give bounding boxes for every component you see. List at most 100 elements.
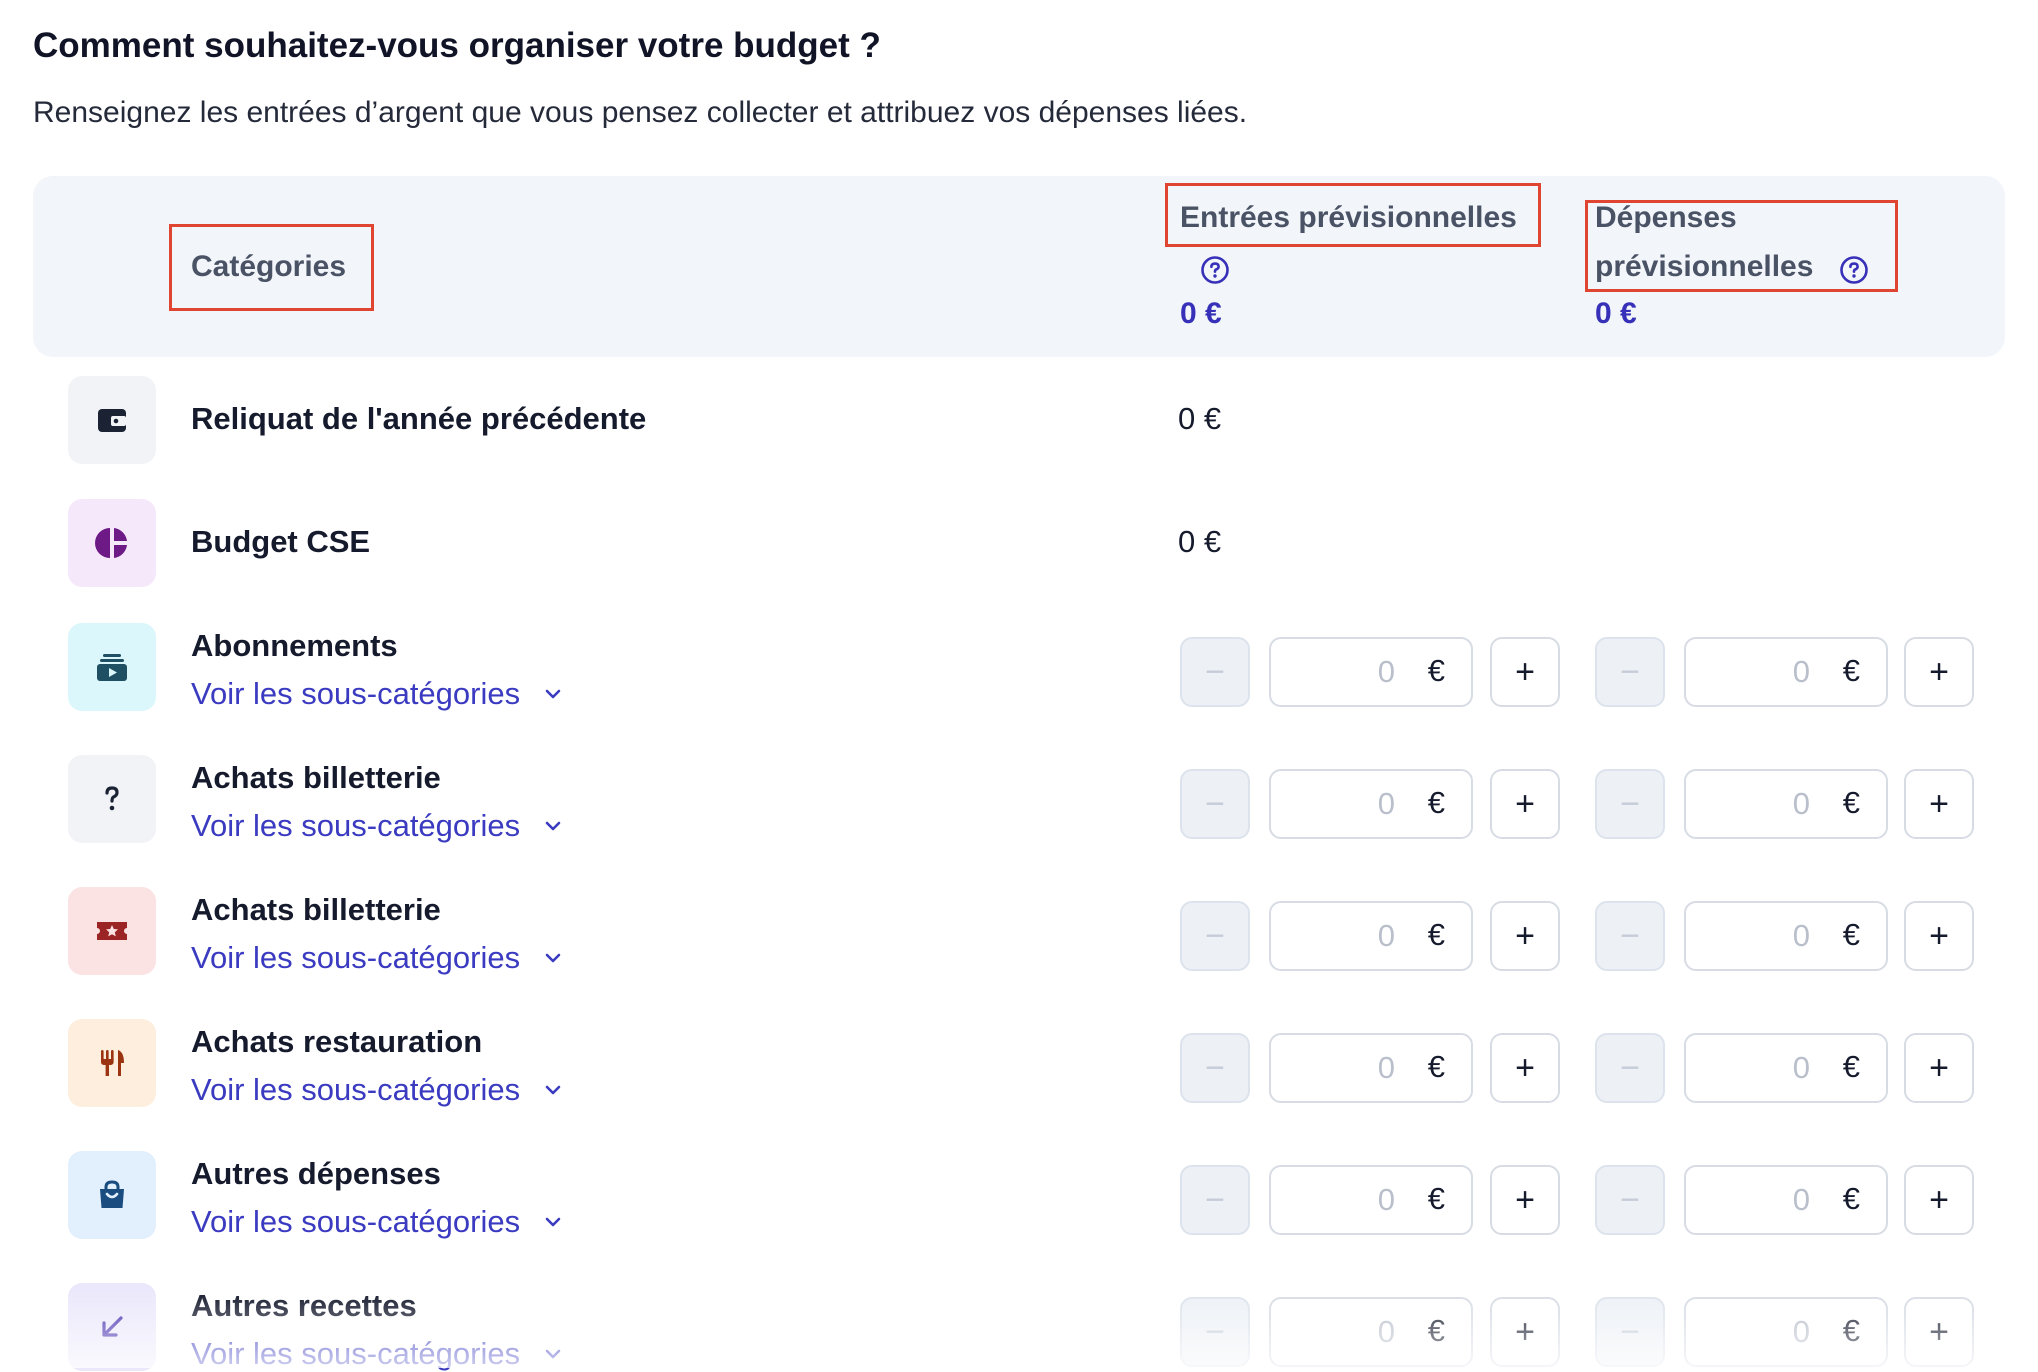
income-decrement-button[interactable]: − [1180, 637, 1250, 707]
subcategories-link-label: Voir les sous-catégories [191, 808, 521, 843]
chevron-down-icon [545, 1217, 561, 1227]
category-label: Achats restauration [191, 1024, 483, 1059]
chevron-down-icon [545, 1349, 561, 1359]
category-label: Abonnements [191, 628, 398, 663]
expense-increment-button[interactable]: + [1904, 1297, 1974, 1367]
currency-symbol: € [1427, 917, 1445, 952]
expense-input[interactable]: 0 € [1684, 637, 1888, 707]
currency-symbol: € [1427, 785, 1445, 820]
income-input[interactable]: 0 € [1269, 1165, 1473, 1235]
expense-input[interactable]: 0 € [1684, 1297, 1888, 1367]
categories-column-header: Catégories [191, 250, 347, 283]
expense-decrement-button[interactable]: − [1595, 1033, 1665, 1103]
subcategories-link[interactable]: Voir les sous-catégories [191, 1336, 564, 1372]
income-increment-button[interactable]: + [1490, 1033, 1560, 1103]
income-input[interactable]: 0 € [1269, 1033, 1473, 1103]
subcategories-link-label: Voir les sous-catégories [191, 1204, 521, 1239]
income-value: 0 [1377, 786, 1395, 821]
currency-symbol: € [1842, 917, 1860, 952]
currency-symbol: € [1842, 1181, 1860, 1216]
expense-increment-button[interactable]: + [1904, 637, 1974, 707]
subscription-icon [68, 623, 156, 711]
subcategories-link[interactable]: Voir les sous-catégories [191, 676, 564, 712]
expense-value: 0 [1792, 1050, 1810, 1085]
income-input[interactable]: 0 € [1269, 769, 1473, 839]
subcategories-link[interactable]: Voir les sous-catégories [191, 940, 564, 976]
expense-increment-button[interactable]: + [1904, 901, 1974, 971]
arrow-down-left-icon [68, 1283, 156, 1371]
income-value: 0 [1377, 1314, 1395, 1349]
chevron-down-icon [545, 1085, 561, 1095]
expense-column-header-line2: prévisionnelles [1595, 250, 1814, 283]
expense-input[interactable]: 0 € [1684, 1033, 1888, 1103]
subcategories-link[interactable]: Voir les sous-catégories [191, 1204, 564, 1240]
income-total: 0 € [1180, 297, 1222, 330]
expense-decrement-button[interactable]: − [1595, 901, 1665, 971]
income-increment-button[interactable]: + [1490, 1297, 1560, 1367]
expense-decrement-button[interactable]: − [1595, 1165, 1665, 1235]
income-increment-button[interactable]: + [1490, 901, 1560, 971]
subcategories-link-label: Voir les sous-catégories [191, 676, 521, 711]
income-decrement-button[interactable]: − [1180, 1033, 1250, 1103]
ticket-icon [68, 887, 156, 975]
pie-chart-icon [68, 499, 156, 587]
expense-increment-button[interactable]: + [1904, 769, 1974, 839]
income-increment-button[interactable]: + [1490, 769, 1560, 839]
subcategories-link[interactable]: Voir les sous-catégories [191, 808, 564, 844]
currency-symbol: € [1427, 653, 1445, 688]
currency-symbol: € [1427, 1313, 1445, 1348]
expense-help-icon[interactable] [1839, 255, 1869, 285]
currency-symbol: € [1427, 1181, 1445, 1216]
expense-input[interactable]: 0 € [1684, 1165, 1888, 1235]
income-input[interactable]: 0 € [1269, 637, 1473, 707]
expense-increment-button[interactable]: + [1904, 1033, 1974, 1103]
income-increment-button[interactable]: + [1490, 637, 1560, 707]
expense-decrement-button[interactable]: − [1595, 637, 1665, 707]
expense-value: 0 [1792, 786, 1810, 821]
expense-decrement-button[interactable]: − [1595, 1297, 1665, 1367]
income-value: 0 [1377, 1050, 1395, 1085]
expense-column-header-line1: Dépenses [1595, 201, 1737, 234]
income-increment-button[interactable]: + [1490, 1165, 1560, 1235]
expense-value: 0 [1792, 918, 1810, 953]
income-decrement-button[interactable]: − [1180, 1297, 1250, 1367]
expense-input[interactable]: 0 € [1684, 769, 1888, 839]
category-amount: 0 € [1178, 401, 1222, 436]
income-decrement-button[interactable]: − [1180, 1165, 1250, 1235]
currency-symbol: € [1842, 1313, 1860, 1348]
expense-input[interactable]: 0 € [1684, 901, 1888, 971]
expense-total: 0 € [1595, 297, 1637, 330]
category-label: Autres recettes [191, 1288, 417, 1323]
category-label: Reliquat de l'année précédente [191, 401, 647, 436]
subcategories-link[interactable]: Voir les sous-catégories [191, 1072, 564, 1108]
category-amount: 0 € [1178, 524, 1222, 559]
category-label: Achats billetterie [191, 760, 441, 795]
currency-symbol: € [1427, 1049, 1445, 1084]
shopping-bag-icon [68, 1151, 156, 1239]
category-label: Budget CSE [191, 524, 371, 559]
utensils-icon [68, 1019, 156, 1107]
currency-symbol: € [1842, 785, 1860, 820]
income-input[interactable]: 0 € [1269, 1297, 1473, 1367]
subcategories-link-label: Voir les sous-catégories [191, 1336, 521, 1371]
currency-symbol: € [1842, 653, 1860, 688]
income-decrement-button[interactable]: − [1180, 901, 1250, 971]
subcategories-link-label: Voir les sous-catégories [191, 940, 521, 975]
category-label: Autres dépenses [191, 1156, 441, 1191]
chevron-down-icon [545, 953, 561, 963]
income-value: 0 [1377, 654, 1395, 689]
wallet-icon [68, 376, 156, 464]
page-subtitle: Renseignez les entrées d’argent que vous… [33, 96, 1248, 129]
chevron-down-icon [545, 821, 561, 831]
income-decrement-button[interactable]: − [1180, 769, 1250, 839]
expense-increment-button[interactable]: + [1904, 1165, 1974, 1235]
question-mark-icon [68, 755, 156, 843]
expense-decrement-button[interactable]: − [1595, 769, 1665, 839]
income-value: 0 [1377, 918, 1395, 953]
income-help-icon[interactable] [1200, 255, 1230, 285]
income-value: 0 [1377, 1182, 1395, 1217]
expense-value: 0 [1792, 1182, 1810, 1217]
page-title: Comment souhaitez-vous organiser votre b… [33, 26, 881, 65]
income-input[interactable]: 0 € [1269, 901, 1473, 971]
subcategories-link-label: Voir les sous-catégories [191, 1072, 521, 1107]
